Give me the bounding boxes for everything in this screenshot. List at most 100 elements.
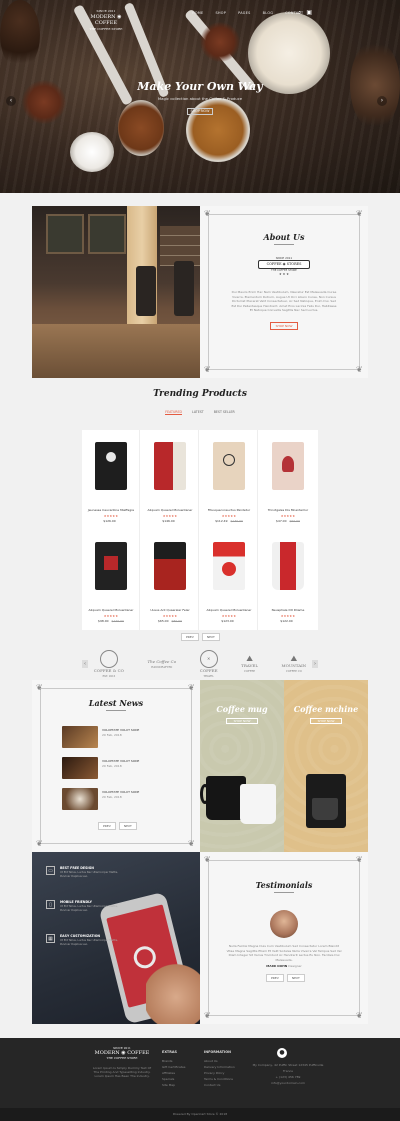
menu-item-blog[interactable]: BLOG (263, 11, 274, 15)
news-item[interactable]: VOLUPTATE VOLUT SODE 20 Feb, 2018 (102, 759, 139, 769)
coffee-carafe (312, 798, 338, 820)
footer-link[interactable]: Contact Us (204, 1082, 235, 1088)
search-icon[interactable]: ⌕ (298, 9, 301, 17)
brand-logo[interactable]: ⛰ TRAVEL COFFEE (241, 654, 258, 674)
news-item[interactable]: VOLUPTATE VOLUT SODE 20 Feb, 2018 (102, 728, 139, 738)
title-divider (274, 892, 294, 893)
about-shop-button[interactable]: SHOP NOW (270, 322, 298, 330)
brand-logo[interactable]: ⛰ MOUNTAIN COFFEE CO (282, 654, 307, 674)
product-price: $65.00 $80.00 (141, 619, 199, 623)
product-card[interactable]: Jeunesse Caucantine Mieffagre ★★★★★ $126… (82, 430, 140, 530)
prev-button[interactable]: PREV (181, 633, 199, 641)
logo-name: MODERN ◉ COFFEE (90, 14, 122, 26)
product-name[interactable]: Aliquam Quaerel Moluentaner (200, 608, 258, 612)
prev-button[interactable]: PREV (98, 822, 116, 830)
cart-icon[interactable]: ▣ (306, 9, 312, 17)
product-name[interactable]: Aliquam Quaerel Moluentaner (141, 508, 199, 512)
avatar (270, 910, 298, 938)
footer-link[interactable]: Site Map (162, 1082, 185, 1088)
product-image[interactable] (272, 542, 304, 590)
prev-button[interactable]: PREV (266, 974, 284, 982)
product-image[interactable] (154, 542, 186, 590)
price-old: $50.00 (289, 519, 301, 523)
promo-shop-button[interactable]: SHOP NOW (226, 718, 258, 724)
product-name[interactable]: Aliquam Quaerel Moluentaner (82, 608, 140, 612)
brand-logo[interactable]: ✕ COFFEE TRAVEL (199, 649, 218, 679)
ornament-icon: ❦ (204, 855, 211, 864)
hero-title: Make Your Own Way (137, 80, 263, 93)
star-anise-image (200, 22, 240, 62)
promo-shop-button[interactable]: SHOP NOW (310, 718, 342, 724)
author-name: MARK DOHN (266, 964, 288, 968)
news-item[interactable]: VOLUPTATE VOLUT SODE 20 Feb, 2018 (102, 790, 139, 800)
product-rating: ★★★★★ (280, 514, 296, 518)
product-image[interactable] (95, 442, 127, 490)
about-badge: SINCE 2011 COFFEE ◉ STORES THE COFFEE ST… (258, 256, 310, 276)
product-card[interactable]: Uusus Ant Quaeraler Feler ★★★★★ $65.00 $8… (141, 530, 199, 630)
cafe-counter (32, 324, 200, 378)
phone-icon: ▯ (46, 900, 55, 909)
coffee-machine-promo[interactable]: Coffee mchine SHOP NOW (284, 680, 368, 852)
product-name[interactable]: Trinotgales Dis Mnenterilur (259, 508, 317, 512)
cafe-menu-board (46, 214, 84, 254)
footer-email[interactable]: info@yourdomain.com (248, 1080, 328, 1086)
menu-item-home[interactable]: HOME (192, 11, 204, 15)
brand-logo[interactable]: The Coffee Co HANDCRAFTED (147, 659, 176, 670)
cafe-shelf (160, 226, 200, 266)
brand-logo[interactable]: COFFEE & CO EST. 2016 (94, 649, 124, 679)
news-thumbnail[interactable] (62, 757, 98, 779)
product-image[interactable] (272, 442, 304, 490)
product-card[interactable]: Fitusqueconsuctus Pandetur ★★★★★ $112.49… (200, 430, 258, 530)
badge-right: STORES (286, 262, 302, 266)
footer-info-list: About Us Delivery Information Privacy Po… (204, 1058, 235, 1088)
product-image[interactable] (95, 542, 127, 590)
product-card[interactable]: Trinotgales Dis Mnenterilur ★★★★★ $47.00… (259, 430, 317, 530)
slider-prev-icon[interactable]: ‹ (6, 96, 16, 106)
hero-shop-button[interactable]: SHOP NOW (187, 108, 213, 115)
product-name[interactable]: Jeunesse Caucantine Mieffagre (82, 508, 140, 512)
coffee-grinder-image (174, 261, 194, 316)
product-rating: ★★★★★ (221, 614, 237, 618)
tab-latest[interactable]: LATEST (192, 410, 204, 415)
brand-name: COFFEE (199, 667, 218, 673)
promo-title: Coffee mchine (293, 704, 359, 714)
product-image[interactable] (154, 442, 186, 490)
product-price: $98.00 $120.00 (82, 619, 140, 623)
footer-logo[interactable]: SINCE 2011 MODERN ◉ COFFEE THE COFFEE ST… (92, 1046, 152, 1060)
price-current: $122.00 (280, 619, 293, 623)
slider-next-icon[interactable]: › (377, 96, 387, 106)
product-card[interactable]: Aliquam Quaerel Moluentaner ★★★★★ $98.00… (82, 530, 140, 630)
product-image[interactable] (213, 542, 245, 590)
white-mug-image (240, 784, 276, 824)
product-image[interactable] (213, 442, 245, 490)
menu-item-pages[interactable]: PAGES (238, 11, 251, 15)
news-thumbnail[interactable] (62, 788, 98, 810)
tab-featured[interactable]: FEATURED (165, 410, 182, 415)
news-title: Latest News (88, 698, 144, 708)
next-button[interactable]: NEXT (286, 974, 305, 982)
product-rating: ★★★★★ (103, 614, 119, 618)
coffee-mug-promo[interactable]: Coffee mug SHOP NOW (200, 680, 284, 852)
menu-item-shop[interactable]: SHOP (216, 11, 227, 15)
product-card[interactable]: Aliquam Quaerel Moluentaner ★★★★★ $146.0… (141, 430, 199, 530)
logo-tagline: THE COFFEE STORE (106, 1056, 138, 1060)
feature-desc: Ut Elit Tellus, Luctus Nec Ullamcorper M… (60, 905, 119, 912)
product-name[interactable]: Uusus Ant Quaeraler Feler (141, 608, 199, 612)
feature-desc: Ut Elit Tellus, Luctus Nec Ullamcorper M… (60, 871, 119, 878)
testimonial-author: MARK DOHN Designer (234, 964, 334, 968)
badge-left: COFFEE (266, 262, 282, 266)
news-thumbnail[interactable] (62, 726, 98, 748)
product-grid: Jeunesse Caucantine Mieffagre ★★★★★ $126… (82, 430, 318, 630)
product-name[interactable]: Fitusqueconsuctus Pandetur (200, 508, 258, 512)
tab-best-seller[interactable]: BEST SELLER (214, 410, 235, 415)
testimonial-quote: Nulla Facilisi Magna Duis Cum Vestibulum… (226, 944, 342, 962)
next-button[interactable]: NEXT (118, 822, 137, 830)
brand-sub: HANDCRAFTED (151, 665, 173, 669)
product-card[interactable]: Neusphale Dit Dliame ★★★★★ $122.00 (259, 530, 317, 630)
price-current: $98.00 (98, 619, 109, 623)
next-button[interactable]: NEXT (201, 633, 220, 641)
brands-next-icon[interactable]: › (312, 660, 318, 668)
site-logo[interactable]: SINCE 2011 MODERN ◉ COFFEE THE COFFEE ST… (82, 8, 130, 32)
product-card[interactable]: Aliquam Quaerel Moluentaner ★★★★★ $123.0… (200, 530, 258, 630)
product-name[interactable]: Neusphale Dit Dliame (259, 608, 317, 612)
